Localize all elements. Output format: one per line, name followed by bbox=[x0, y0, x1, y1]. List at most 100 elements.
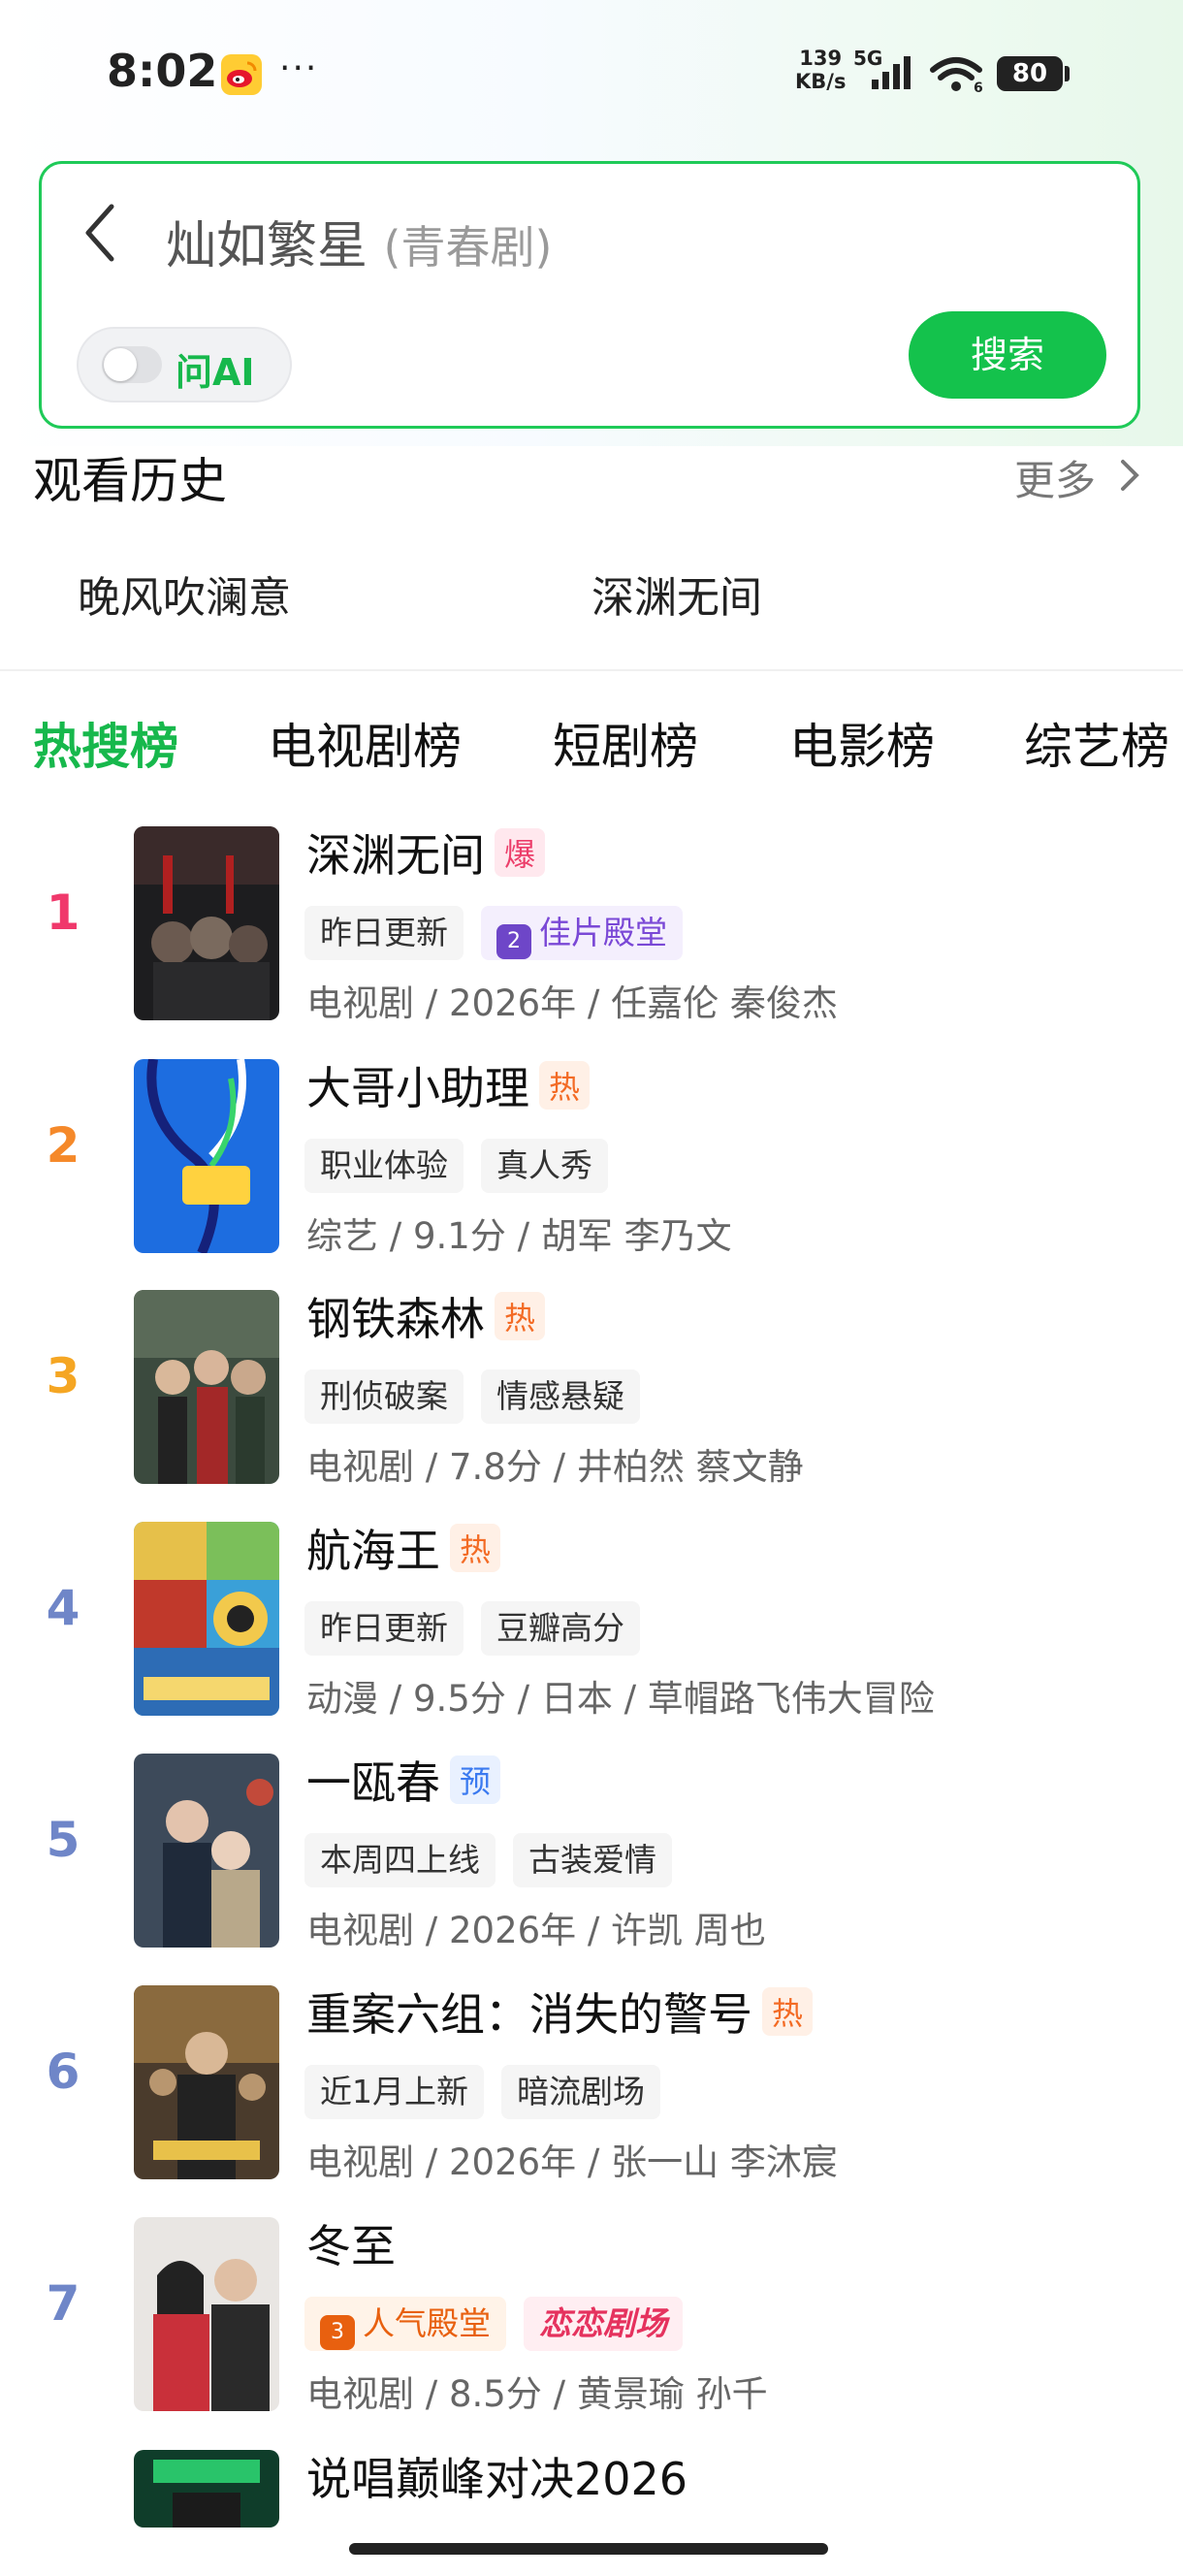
status-time: 8:02 bbox=[107, 45, 218, 97]
poster-image[interactable] bbox=[134, 1290, 279, 1484]
item-title[interactable]: 航海王热 bbox=[306, 1516, 501, 1580]
search-query-text: 灿如繁星 bbox=[166, 217, 368, 275]
burst-badge: 爆 bbox=[495, 828, 546, 877]
tag: 昨日更新 bbox=[304, 906, 464, 960]
hot-badge: 热 bbox=[450, 1524, 501, 1572]
item-title-text: 航海王 bbox=[306, 1525, 440, 1577]
item-meta: 综艺 / 9.1分 / 胡军 李乃文 bbox=[306, 1215, 732, 1257]
tab-variety[interactable]: 综艺榜 bbox=[1024, 708, 1169, 778]
tag: 职业体验 bbox=[304, 1139, 464, 1193]
item-title-text: 一瓯春 bbox=[306, 1756, 440, 1809]
battery-icon bbox=[1065, 66, 1070, 81]
poster-image[interactable] bbox=[134, 2217, 279, 2411]
tag-list: 昨日更新 2 佳片殿堂 bbox=[304, 906, 700, 960]
tag: 暗流剧场 bbox=[501, 2065, 660, 2119]
rank-number: 1 bbox=[46, 885, 80, 941]
hot-badge: 热 bbox=[495, 1292, 546, 1340]
tag: 2 佳片殿堂 bbox=[481, 906, 683, 960]
tag: 豆瓣高分 bbox=[481, 1601, 640, 1656]
tag: 近1月上新 bbox=[304, 2065, 484, 2119]
battery-level: 80 bbox=[997, 56, 1063, 91]
wifi-icon: 6 bbox=[929, 56, 987, 97]
tag-text: 佳片殿堂 bbox=[539, 914, 667, 951]
signal-icon bbox=[868, 56, 916, 95]
tab-tv-series[interactable]: 电视剧榜 bbox=[268, 708, 462, 778]
tag: 古装爱情 bbox=[513, 1833, 672, 1887]
ranking-item[interactable]: 5 一瓯春预 本周四上线 古装爱情 电视剧 / 2026年 / 许凯 周也 bbox=[0, 1754, 1183, 1957]
ranking-item[interactable]: 2 大哥小助理热 职业体验 真人秀 综艺 / 9.1分 / 胡军 李乃文 bbox=[0, 1059, 1183, 1263]
poster-image[interactable] bbox=[134, 826, 279, 1020]
ranking-item[interactable]: 4 航海王热 昨日更新 豆瓣高分 动漫 / 9.5分 / 日本 / 草帽路飞伟大冒… bbox=[0, 1522, 1183, 1725]
ranking-item[interactable]: 3 钢铁森林热 刑侦破案 情感悬疑 电视剧 / 7.8分 / 井柏然 蔡文静 bbox=[0, 1290, 1183, 1494]
tag: 3 人气殿堂 bbox=[304, 2297, 506, 2351]
tag-list: 昨日更新 豆瓣高分 bbox=[304, 1601, 657, 1656]
ranking-item[interactable]: 6 重案六组：消失的警号热 近1月上新 暗流剧场 电视剧 / 2026年 / 张一… bbox=[0, 1985, 1183, 2189]
item-meta: 电视剧 / 2026年 / 许凯 周也 bbox=[306, 1910, 766, 1951]
item-meta: 电视剧 / 2026年 / 张一山 李沐宸 bbox=[306, 2141, 838, 2183]
item-title[interactable]: 冬至 bbox=[306, 2211, 396, 2275]
ranking-item[interactable]: 7 冬至 3 人气殿堂 恋恋剧场 电视剧 / 8.5分 / 黄景瑜 孙千 bbox=[0, 2217, 1183, 2421]
rank-number: 7 bbox=[46, 2275, 80, 2332]
tag-list: 本周四上线 古装爱情 bbox=[304, 1833, 689, 1887]
search-query-genre: (青春剧) bbox=[383, 221, 553, 274]
item-meta: 电视剧 / 2026年 / 任嘉伦 秦俊杰 bbox=[306, 982, 838, 1024]
chevron-right-icon[interactable] bbox=[1119, 458, 1140, 497]
rank-number: 2 bbox=[46, 1117, 80, 1174]
toggle-knob bbox=[104, 348, 137, 381]
watch-history-title: 观看历史 bbox=[33, 453, 227, 509]
tag: 情感悬疑 bbox=[481, 1369, 640, 1424]
tag: 昨日更新 bbox=[304, 1601, 464, 1656]
ask-ai-label: 问AI bbox=[176, 351, 255, 394]
history-more-link[interactable]: 更多 bbox=[1014, 448, 1096, 507]
poster-image[interactable] bbox=[134, 1754, 279, 1948]
item-title-text: 冬至 bbox=[306, 2220, 396, 2272]
search-input[interactable]: 灿如繁星 (青春剧) bbox=[166, 205, 552, 277]
item-title-text: 大哥小助理 bbox=[306, 1062, 529, 1114]
tag-list: 刑侦破案 情感悬疑 bbox=[304, 1369, 657, 1424]
award-shield-icon: 2 bbox=[496, 924, 531, 959]
ask-ai-toggle[interactable]: 问AI bbox=[77, 327, 292, 402]
ranking-tabs: 热搜榜 电视剧榜 短剧榜 电影榜 综艺榜 bbox=[0, 708, 1183, 786]
poster-image[interactable] bbox=[134, 2450, 279, 2528]
tag-list: 近1月上新 暗流剧场 bbox=[304, 2065, 678, 2119]
item-title[interactable]: 大哥小助理热 bbox=[306, 1053, 591, 1117]
item-title[interactable]: 钢铁森林热 bbox=[306, 1284, 546, 1348]
more-notifications-icon: ··· bbox=[279, 48, 319, 88]
rank-number: 6 bbox=[46, 2044, 80, 2100]
item-title[interactable]: 深渊无间爆 bbox=[306, 821, 546, 885]
tag: 本周四上线 bbox=[304, 1833, 496, 1887]
poster-image[interactable] bbox=[134, 1522, 279, 1716]
ranking-item[interactable]: 说唱巅峰对决2026 bbox=[0, 2450, 1183, 2528]
rank-number: 4 bbox=[46, 1580, 80, 1636]
tab-hot-search[interactable]: 热搜榜 bbox=[33, 708, 178, 778]
tag: 刑侦破案 bbox=[304, 1369, 464, 1424]
net-speed: 139 KB/s bbox=[795, 47, 846, 93]
item-title-text: 重案六组：消失的警号 bbox=[306, 1988, 752, 2041]
history-item[interactable]: 晚风吹澜意 bbox=[78, 563, 291, 625]
home-indicator[interactable] bbox=[349, 2543, 828, 2555]
net-speed-value: 139 bbox=[799, 47, 843, 70]
item-meta: 电视剧 / 8.5分 / 黄景瑜 孙千 bbox=[306, 2373, 768, 2415]
toggle-switch[interactable] bbox=[102, 346, 162, 383]
net-speed-unit: KB/s bbox=[795, 70, 847, 93]
tab-short-drama[interactable]: 短剧榜 bbox=[553, 708, 698, 778]
tab-movie[interactable]: 电影榜 bbox=[789, 708, 935, 778]
back-arrow-icon[interactable] bbox=[79, 199, 121, 271]
item-title[interactable]: 重案六组：消失的警号热 bbox=[306, 1980, 814, 2044]
history-item[interactable]: 深渊无间 bbox=[592, 563, 762, 625]
item-title[interactable]: 一瓯春预 bbox=[306, 1748, 501, 1812]
item-title[interactable]: 说唱巅峰对决2026 bbox=[306, 2450, 687, 2508]
poster-image[interactable] bbox=[134, 1059, 279, 1253]
ranking-item[interactable]: 1 深渊无间爆 昨日更新 2 佳片殿堂 电视剧 / 2026年 / 任嘉伦 秦俊杰 bbox=[0, 826, 1183, 1030]
tag: 恋恋剧场 bbox=[524, 2297, 683, 2351]
item-title-text: 钢铁森林 bbox=[306, 1293, 485, 1345]
search-button[interactable]: 搜索 bbox=[909, 311, 1106, 399]
hot-badge: 热 bbox=[762, 1987, 814, 2036]
search-box[interactable]: 灿如繁星 (青春剧) 问AI 搜索 bbox=[39, 161, 1140, 429]
tag-text: 人气殿堂 bbox=[363, 2304, 491, 2342]
tag: 真人秀 bbox=[481, 1139, 608, 1193]
poster-image[interactable] bbox=[134, 1985, 279, 2179]
rank-number: 3 bbox=[46, 1348, 80, 1404]
rank-number: 5 bbox=[46, 1812, 80, 1868]
item-meta: 电视剧 / 7.8分 / 井柏然 蔡文静 bbox=[306, 1446, 804, 1488]
